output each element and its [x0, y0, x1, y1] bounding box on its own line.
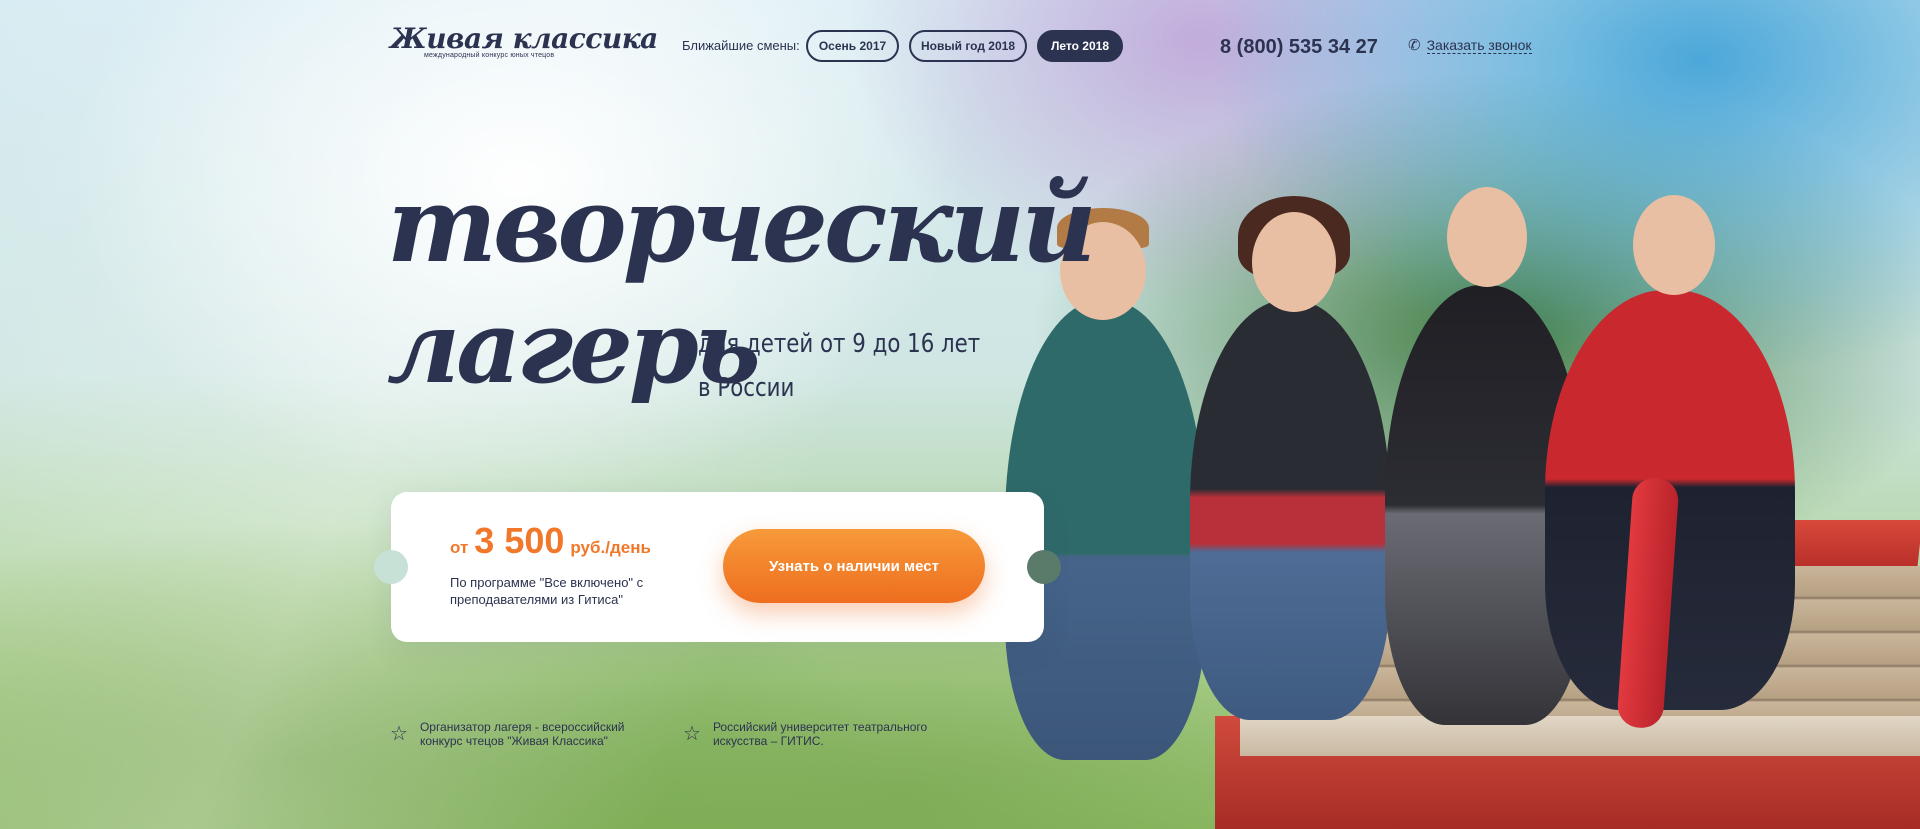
price-unit: руб./день — [570, 538, 651, 557]
card-notch-left — [374, 550, 408, 584]
bench-deck-top — [1240, 716, 1920, 756]
star-icon: ☆ — [390, 723, 408, 745]
note-gitis: ☆ Российский университет театрального ис… — [683, 720, 948, 748]
subhead-age: для детей от 9 до 16 лет — [698, 329, 981, 359]
callback-label: Заказать звонок — [1426, 36, 1532, 54]
program-description: По программе "Все включено" с преподават… — [450, 575, 644, 607]
phone-number[interactable]: 8 (800) 535 34 27 — [1220, 36, 1378, 59]
callback-link[interactable]: ✆ Заказать звонок — [1408, 36, 1532, 54]
kid-photo-boy-2 — [1190, 196, 1390, 720]
price-from: от — [450, 538, 469, 557]
subhead-location: в России — [698, 373, 795, 403]
site-logo[interactable]: Живая классика международный конкурс юны… — [390, 22, 658, 60]
check-availability-button[interactable]: Узнать о наличии мест — [723, 529, 985, 603]
logo-subtitle: международный конкурс юных чтецов — [424, 52, 555, 59]
note-text: Организатор лагеря - всероссийский конку… — [419, 720, 625, 748]
logo-title: Живая классика — [390, 22, 658, 55]
star-icon: ☆ — [683, 723, 701, 745]
note-organizer: ☆ Организатор лагеря - всероссийский кон… — [390, 720, 655, 748]
session-button-summer-2018[interactable]: Лето 2018 — [1037, 30, 1123, 62]
hero-background — [0, 0, 1920, 829]
price: от 3 500 руб./день — [450, 520, 651, 562]
session-button-autumn-2017[interactable]: Осень 2017 — [806, 30, 899, 62]
hero-subheading: для детей от 9 до 16 лет в России — [698, 322, 980, 410]
phone-icon: ✆ — [1408, 37, 1421, 54]
sessions-label: Ближайшие смены: — [682, 38, 800, 53]
price-card: от 3 500 руб./день По программе "Все вкл… — [374, 492, 1061, 642]
session-button-new-year-2018[interactable]: Новый год 2018 — [909, 30, 1027, 62]
price-value: 3 500 — [474, 520, 565, 561]
headline-line-1: творческий — [387, 163, 1097, 286]
note-text: Российский университет театрального иску… — [712, 720, 928, 748]
card-notch-right — [1027, 550, 1061, 584]
